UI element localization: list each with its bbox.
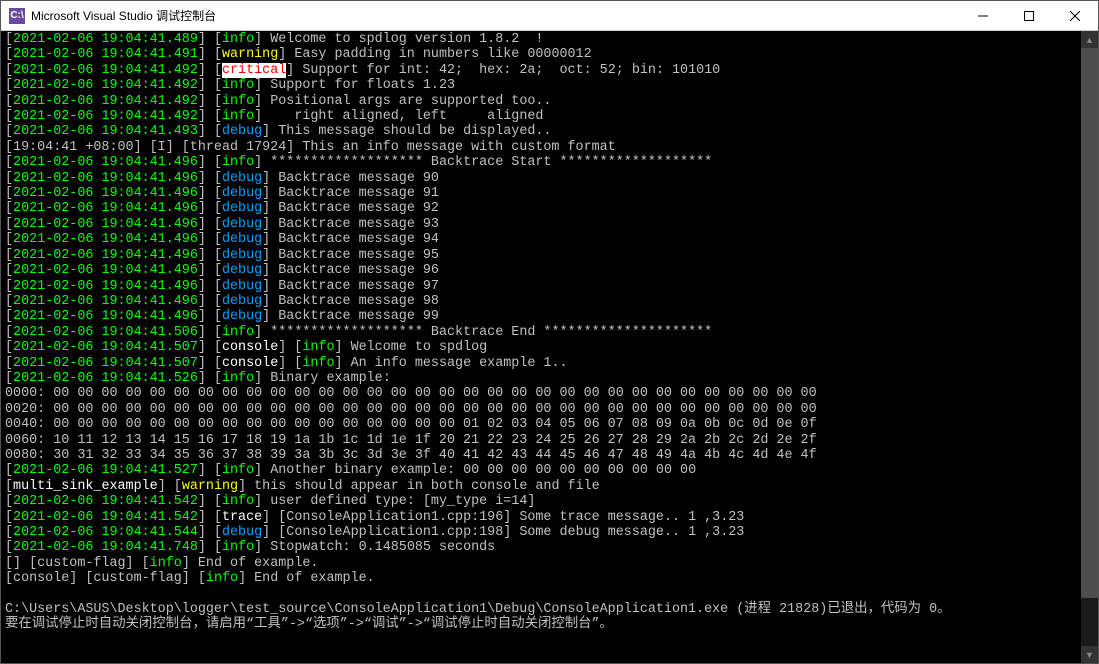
window-controls <box>960 1 1098 30</box>
scroll-track[interactable] <box>1081 48 1098 646</box>
titlebar[interactable]: C:\ Microsoft Visual Studio 调试控制台 <box>1 1 1098 31</box>
hex-line: 0060: 10 11 12 13 14 15 16 17 18 19 1a 1… <box>5 433 817 448</box>
hex-line: 0040: 00 00 00 00 00 00 00 00 00 00 00 0… <box>5 417 817 432</box>
app-icon: C:\ <box>9 8 25 24</box>
window-title: Microsoft Visual Studio 调试控制台 <box>31 7 960 24</box>
minimize-icon <box>978 11 988 21</box>
maximize-button[interactable] <box>1006 1 1052 30</box>
scroll-up-button[interactable]: ▲ <box>1081 31 1098 48</box>
close-button[interactable] <box>1052 1 1098 30</box>
console-output[interactable]: [2021-02-06 19:04:41.489] [info] Welcome… <box>1 31 1081 663</box>
hex-line: 0080: 30 31 32 33 34 35 36 37 38 39 3a 3… <box>5 448 817 463</box>
maximize-icon <box>1024 11 1034 21</box>
scroll-down-button[interactable]: ▼ <box>1081 646 1098 663</box>
minimize-button[interactable] <box>960 1 1006 30</box>
custom-format-line: [19:04:41 +08:00] [I] [thread 17924] Thi… <box>5 140 616 155</box>
console-area: [2021-02-06 19:04:41.489] [info] Welcome… <box>1 31 1098 663</box>
vertical-scrollbar[interactable]: ▲ ▼ <box>1081 31 1098 663</box>
close-icon <box>1070 11 1080 21</box>
hex-line: 0000: 00 00 00 00 00 00 00 00 00 00 00 0… <box>5 386 817 401</box>
footer-hint-line: 要在调试停止时自动关闭控制台，请启用“工具”->“选项”->“调试”->“调试停… <box>5 617 613 632</box>
hex-line: 0020: 00 00 00 00 00 00 00 00 00 00 00 0… <box>5 402 817 417</box>
scroll-thumb[interactable] <box>1081 48 1098 598</box>
footer-exit-line: C:\Users\ASUS\Desktop\logger\test_source… <box>5 602 951 617</box>
